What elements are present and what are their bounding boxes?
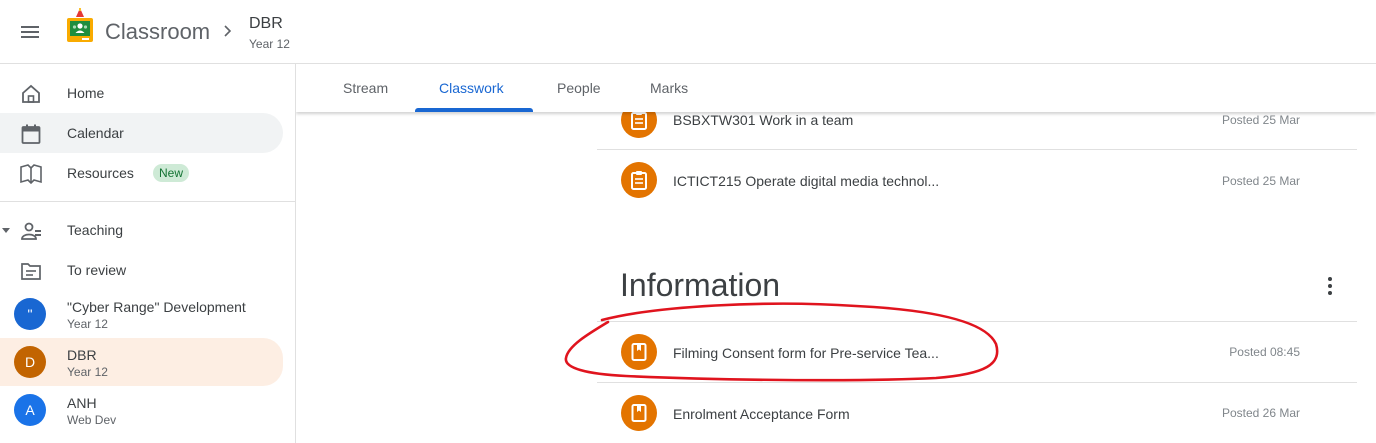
tab-marks[interactable]: Marks [650,80,688,96]
sidebar-item-label: Home [67,85,105,101]
class-section: Year 12 [67,365,108,379]
material-icon [621,395,657,431]
sidebar-item-label: Calendar [67,125,124,141]
class-section: Web Dev [67,413,117,427]
teaching-icon [21,222,41,240]
classwork-list: BSBXTW301 Work in a team Posted 25 Mar I… [296,102,1376,443]
topic-divider [597,321,1357,322]
topic-title: Information [620,267,781,303]
sidebar-item-calendar[interactable]: Calendar [0,113,283,153]
main-menu-button[interactable] [14,16,46,48]
class-section: Year 12 [67,317,108,331]
active-tab-indicator [415,108,533,112]
sidebar-class-cyber-range[interactable]: " "Cyber Range" Development Year 12 [0,290,283,338]
classwork-item-title[interactable]: Filming Consent form for Pre-service Tea… [673,345,939,361]
tab-stream[interactable]: Stream [343,80,388,96]
classwork-item-title[interactable]: BSBXTW301 Work in a team [673,112,853,128]
sidebar: Home Calendar Resources New Teaching To … [0,64,296,443]
tab-people[interactable]: People [557,80,601,96]
sidebar-item-label: Resources [67,165,134,181]
calendar-icon [21,124,41,144]
breadcrumb-class-section: Year 12 [249,37,290,51]
class-avatar: " [14,298,46,330]
sidebar-item-home[interactable]: Home [0,73,283,113]
material-icon [621,334,657,370]
classwork-item-date: Posted 25 Mar [1221,174,1300,188]
classwork-item-date: Posted 25 Mar [1221,113,1300,127]
item-divider [597,382,1357,383]
sidebar-item-to-review[interactable]: To review [0,250,283,290]
app-name[interactable]: Classroom [105,19,210,45]
sidebar-item-resources[interactable]: Resources New [0,153,283,193]
chevron-right-icon [224,25,232,37]
main-content: Stream Classwork People Marks BSBXTW301 … [296,64,1376,443]
tab-classwork[interactable]: Classwork [439,80,504,96]
item-divider [597,149,1357,150]
sidebar-class-anh[interactable]: A ANH Web Dev [0,386,283,434]
class-avatar: D [14,346,46,378]
class-avatar: A [14,394,46,426]
home-icon [22,84,40,103]
classwork-item-date: Posted 08:45 [1229,345,1300,359]
classwork-item-title[interactable]: ICTICT215 Operate digital media technol.… [673,173,939,189]
sidebar-divider [0,201,295,202]
top-app-bar: Classroom DBR Year 12 [0,0,1376,64]
class-tab-bar: Stream Classwork People Marks [296,64,1376,112]
assignment-icon [621,162,657,198]
sidebar-item-label: To review [67,262,127,278]
red-annotation-circle [564,302,999,382]
new-badge: New [153,164,190,182]
class-title: "Cyber Range" Development [67,299,246,315]
classroom-logo-icon[interactable] [66,8,94,44]
sidebar-class-dbr[interactable]: D DBR Year 12 [0,338,283,386]
classwork-item-title[interactable]: Enrolment Acceptance Form [673,406,850,422]
classroom-app: Classroom DBR Year 12 Home Calendar Reso… [0,0,1376,443]
resources-icon [20,164,42,185]
class-title: ANH [67,395,97,411]
classwork-item-date: Posted 26 Mar [1221,406,1300,420]
sidebar-item-teaching[interactable]: Teaching [0,210,283,250]
sidebar-item-label: Teaching [67,222,124,238]
more-vert-icon[interactable] [1318,274,1342,298]
class-title: DBR [67,347,97,363]
breadcrumb-class-name[interactable]: DBR [249,15,283,33]
hamburger-icon [21,26,39,38]
review-icon [21,263,41,280]
